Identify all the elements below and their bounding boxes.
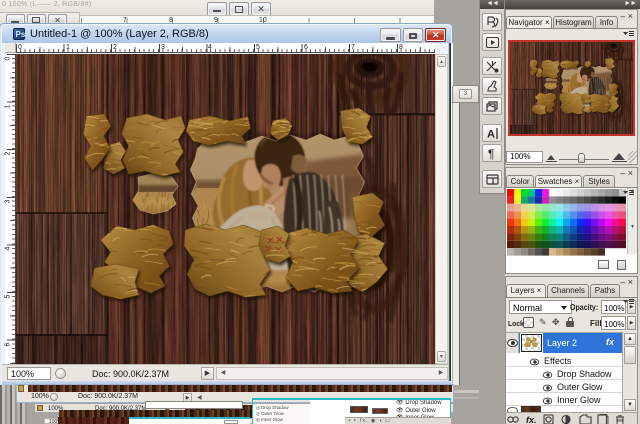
svg-text:A: A	[487, 129, 495, 141]
svg-text:fx.: fx.	[526, 415, 537, 424]
svg-text:¶: ¶	[488, 147, 494, 161]
